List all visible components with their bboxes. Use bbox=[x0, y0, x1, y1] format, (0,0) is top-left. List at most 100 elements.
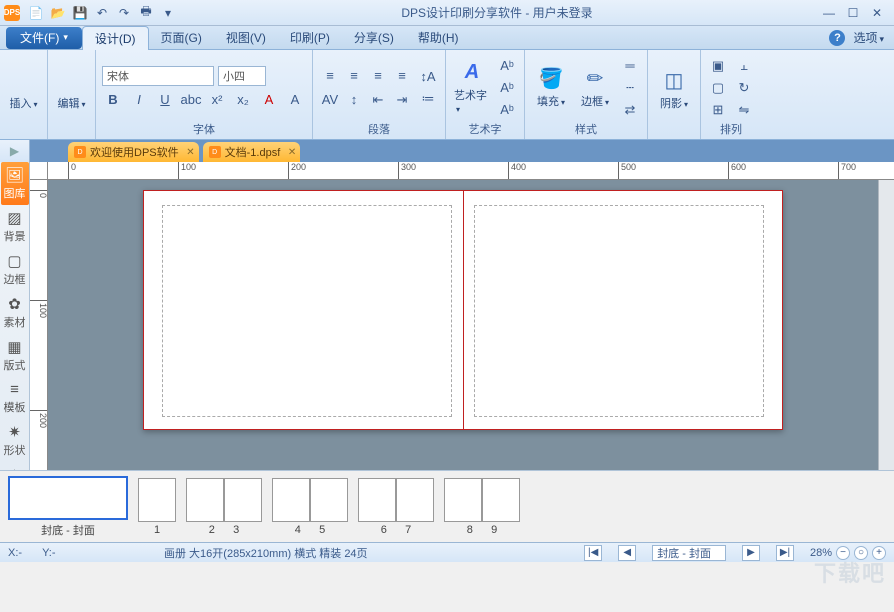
tab-help[interactable]: 帮助(H) bbox=[406, 26, 471, 50]
workspace: 🖼图库 ▨背景 ▢边框 ✿素材 ▦版式 ≡模板 ✷形状 ★收藏 0 100 20… bbox=[0, 162, 894, 470]
help-icon[interactable]: ? bbox=[829, 30, 845, 46]
shadow-icon: ◫ bbox=[662, 69, 686, 93]
line-spacing-button[interactable]: ↕ bbox=[343, 90, 365, 110]
align-objects-button[interactable]: ⫠ bbox=[733, 56, 755, 76]
arrow-style-button[interactable]: ⇄ bbox=[619, 100, 641, 120]
insert-button[interactable]: 插入 bbox=[6, 67, 41, 113]
expand-panel-button[interactable]: ▶ bbox=[0, 140, 30, 162]
style-group-label: 样式 bbox=[531, 121, 641, 139]
zoom-fit-button[interactable]: ○ bbox=[854, 546, 868, 560]
tab-print[interactable]: 印刷(P) bbox=[278, 26, 342, 50]
tab-page[interactable]: 页面(G) bbox=[149, 26, 214, 50]
side-template[interactable]: ≡模板 bbox=[1, 377, 29, 419]
indent-left-button[interactable]: ⇤ bbox=[367, 90, 389, 110]
file-menu-button[interactable]: 文件(F) bbox=[6, 27, 82, 49]
new-icon[interactable]: 📄 bbox=[28, 5, 44, 21]
thumb-cover[interactable] bbox=[8, 476, 128, 520]
indent-right-button[interactable]: ⇥ bbox=[391, 90, 413, 110]
side-background[interactable]: ▨背景 bbox=[1, 205, 29, 248]
rotate-button[interactable]: ↻ bbox=[733, 78, 755, 98]
maximize-button[interactable]: ☐ bbox=[842, 5, 864, 21]
text-direction-button[interactable]: ↕A bbox=[417, 67, 439, 87]
align-right-button[interactable]: ≡ bbox=[367, 66, 389, 86]
menu-bar: 文件(F) 设计(D) 页面(G) 视图(V) 印刷(P) 分享(S) 帮助(H… bbox=[0, 26, 894, 50]
thumb-page-6[interactable] bbox=[358, 478, 396, 522]
horizontal-ruler[interactable]: 0 100 200 300 400 500 600 700 bbox=[48, 162, 894, 180]
side-border[interactable]: ▢边框 bbox=[1, 248, 29, 291]
tab-design[interactable]: 设计(D) bbox=[82, 26, 149, 50]
line-style-button[interactable]: ═ bbox=[619, 56, 641, 76]
thumb-page-9[interactable] bbox=[482, 478, 520, 522]
side-shape[interactable]: ✷形状 bbox=[1, 419, 29, 462]
font-group-label: 字体 bbox=[102, 121, 306, 139]
underline-button[interactable]: U bbox=[154, 90, 176, 110]
highlight-button[interactable]: A bbox=[284, 90, 306, 110]
thumb-page-3[interactable] bbox=[224, 478, 262, 522]
open-icon[interactable]: 📂 bbox=[50, 5, 66, 21]
wordart-style2-button[interactable]: Aᵇ bbox=[496, 78, 518, 98]
close-button[interactable]: ✕ bbox=[866, 5, 888, 21]
wordart-icon: A bbox=[460, 61, 484, 85]
nav-page-select[interactable]: 封底 - 封面 bbox=[652, 545, 726, 561]
qat-more-icon[interactable]: ▾ bbox=[160, 5, 176, 21]
redo-icon[interactable]: ↷ bbox=[116, 5, 132, 21]
print-icon[interactable]: 🖶 bbox=[138, 5, 154, 21]
vertical-scrollbar[interactable] bbox=[878, 180, 894, 470]
zoom-out-button[interactable]: − bbox=[836, 546, 850, 560]
doc-tab-document[interactable]: D 文档-1.dpsf ✕ bbox=[203, 142, 301, 162]
font-size-select[interactable]: 小四 bbox=[218, 66, 266, 86]
bold-button[interactable]: B bbox=[102, 90, 124, 110]
side-material[interactable]: ✿素材 bbox=[1, 291, 29, 334]
layout-icon: ▦ bbox=[7, 338, 21, 356]
nav-next-button[interactable]: ▶ bbox=[742, 545, 760, 561]
tab-view[interactable]: 视图(V) bbox=[214, 26, 278, 50]
side-layout[interactable]: ▦版式 bbox=[1, 334, 29, 377]
doc-tab-welcome[interactable]: D 欢迎使用DPS软件 ✕ bbox=[68, 142, 199, 162]
close-tab-icon[interactable]: ✕ bbox=[288, 147, 296, 158]
nav-first-button[interactable]: |◀ bbox=[584, 545, 602, 561]
canvas-viewport[interactable] bbox=[48, 180, 878, 470]
vertical-ruler[interactable]: 0 100 200 bbox=[30, 180, 48, 470]
align-justify-button[interactable]: ≡ bbox=[391, 66, 413, 86]
wordart-button[interactable]: A艺术字 bbox=[452, 59, 492, 117]
page-spread[interactable] bbox=[143, 190, 783, 430]
send-back-button[interactable]: ▢ bbox=[707, 78, 729, 98]
font-family-select[interactable]: 宋体 bbox=[102, 66, 214, 86]
border-button[interactable]: ✏边框 bbox=[575, 65, 615, 111]
wordart-style3-button[interactable]: Aᵇ bbox=[496, 100, 518, 120]
side-favorite[interactable]: ★收藏 bbox=[1, 462, 29, 470]
align-left-button[interactable]: ≡ bbox=[319, 66, 341, 86]
align-center-button[interactable]: ≡ bbox=[343, 66, 365, 86]
wordart-style1-button[interactable]: Aᵇ bbox=[496, 56, 518, 76]
minimize-button[interactable]: — bbox=[818, 5, 840, 21]
font-color-button[interactable]: A bbox=[258, 90, 280, 110]
dash-style-button[interactable]: ┄ bbox=[619, 78, 641, 98]
nav-prev-button[interactable]: ◀ bbox=[618, 545, 636, 561]
zoom-in-button[interactable]: + bbox=[872, 546, 886, 560]
thumb-page-7[interactable] bbox=[396, 478, 434, 522]
thumb-page-4[interactable] bbox=[272, 478, 310, 522]
tab-share[interactable]: 分享(S) bbox=[342, 26, 406, 50]
thumb-page-5[interactable] bbox=[310, 478, 348, 522]
close-tab-icon[interactable]: ✕ bbox=[186, 147, 194, 158]
thumb-page-2[interactable] bbox=[186, 478, 224, 522]
edit-button[interactable]: 编辑 bbox=[54, 67, 89, 113]
options-menu[interactable]: 选项 bbox=[853, 29, 884, 46]
char-spacing-button[interactable]: AV bbox=[319, 90, 341, 110]
thumb-page-1[interactable] bbox=[138, 478, 176, 522]
superscript-button[interactable]: x² bbox=[206, 90, 228, 110]
nav-last-button[interactable]: ▶| bbox=[776, 545, 794, 561]
subscript-button[interactable]: x₂ bbox=[232, 90, 254, 110]
undo-icon[interactable]: ↶ bbox=[94, 5, 110, 21]
thumb-page-8[interactable] bbox=[444, 478, 482, 522]
flip-button[interactable]: ⇋ bbox=[733, 100, 755, 120]
side-gallery[interactable]: 🖼图库 bbox=[1, 162, 29, 205]
group-button[interactable]: ⊞ bbox=[707, 100, 729, 120]
bring-front-button[interactable]: ▣ bbox=[707, 56, 729, 76]
bullets-button[interactable]: ≔ bbox=[417, 89, 439, 109]
strike-button[interactable]: abc bbox=[180, 90, 202, 110]
italic-button[interactable]: I bbox=[128, 90, 150, 110]
fill-button[interactable]: 🪣填充 bbox=[531, 65, 571, 111]
save-icon[interactable]: 💾 bbox=[72, 5, 88, 21]
shadow-button[interactable]: ◫阴影 bbox=[654, 67, 694, 113]
